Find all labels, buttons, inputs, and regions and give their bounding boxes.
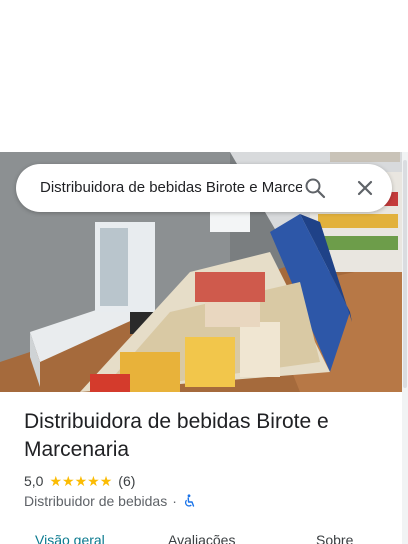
rating-value: 5,0 [24,473,44,489]
star-icon: ★ [87,473,100,489]
review-count[interactable]: (6) [118,473,135,489]
search-bar[interactable]: Distribuidora de bebidas Birote e Marcen… [16,164,392,212]
rating-stars: ★ ★ ★ ★ ★ [49,474,112,488]
place-title: Distribuidora de bebidas Birote e Marcen… [24,410,329,461]
separator-dot: · [172,493,177,509]
rating-row[interactable]: 5,0 ★ ★ ★ ★ ★ (6) [24,472,135,490]
tab-about[interactable]: Sobre [316,532,353,544]
category-row: Distribuidor de bebidas · [24,492,196,510]
tab-overview[interactable]: Visão geral [35,532,105,544]
scrollbar[interactable] [402,152,408,544]
scrollbar-thumb[interactable] [403,160,407,388]
place-category[interactable]: Distribuidor de bebidas [24,493,167,509]
close-icon[interactable] [353,176,377,200]
star-icon: ★ [74,473,88,489]
tab-reviews[interactable]: Avaliações [168,532,235,544]
star-icon: ★ [49,473,63,489]
search-input[interactable]: Distribuidora de bebidas Birote e Marcen… [40,164,302,212]
star-icon: ★ [99,473,113,489]
wheelchair-accessible-icon[interactable] [182,494,196,508]
star-icon: ★ [62,473,75,489]
search-icon[interactable] [303,176,327,200]
place-tabs: Visão geral Avaliações Sobre [0,528,402,544]
map-top-area [0,0,408,152]
